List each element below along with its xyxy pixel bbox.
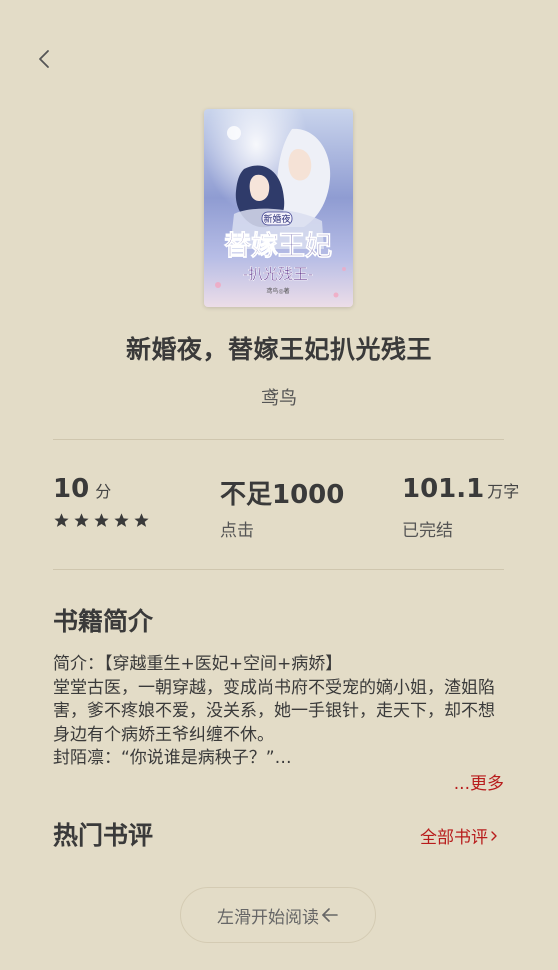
- book-cover[interactable]: 新婚夜 替嫁王妃 -扒光残王- 鸢鸟◎著: [204, 109, 353, 307]
- book-title: 新婚夜，替嫁王妃扒光残王: [125, 335, 432, 364]
- chevron-right-icon: [491, 830, 497, 841]
- divider-middle: [53, 569, 504, 570]
- intro-line: 简介：【穿越重生+医妃+空间+病娇】: [53, 654, 343, 674]
- intro-heading: 书籍简介: [53, 607, 154, 636]
- score-value: 10: [53, 474, 90, 504]
- cover-sub-text: -扒光残王-: [243, 265, 313, 283]
- intro-line: 堂堂古医，一朝穿越，变成尚书府不受宠的嫡小姐，渣姐陷害，爹不疼娘不爱，没关系，她…: [53, 677, 495, 745]
- intro-line: 封陌凛：“你说谁是病秧子？”…: [53, 748, 292, 768]
- star-icon: [94, 513, 109, 527]
- cover-top-text: 新婚夜: [263, 213, 290, 225]
- cover-author-text: 鸢鸟◎著: [266, 287, 289, 295]
- start-reading-label: 左滑开始阅读: [217, 907, 319, 928]
- arrow-left-icon: [322, 908, 338, 922]
- score-stat: 10 分: [53, 474, 111, 504]
- start-reading-button[interactable]: 左滑开始阅读: [180, 887, 376, 943]
- all-reviews-link[interactable]: 全部书评: [420, 823, 498, 848]
- words-stat: 101.1 万字: [402, 474, 519, 504]
- back-button[interactable]: [30, 44, 58, 74]
- clicks-label: 点击: [220, 521, 254, 541]
- star-icon: [134, 513, 149, 527]
- cover-main-text: 替嫁王妃: [224, 231, 332, 262]
- words-unit: 万字: [487, 482, 520, 501]
- book-author[interactable]: 鸢鸟: [0, 384, 558, 410]
- words-value: 101.1: [402, 474, 485, 504]
- intro-text: 简介：【穿越重生+医妃+空间+病娇】 堂堂古医，一朝穿越，变成尚书府不受宠的嫡小…: [53, 653, 505, 771]
- chevron-left-icon: [39, 50, 49, 68]
- rating-stars: [53, 512, 150, 529]
- star-icon: [74, 513, 89, 527]
- all-reviews-label: 全部书评: [420, 828, 488, 848]
- star-icon: [54, 513, 69, 527]
- score-unit: 分: [95, 482, 112, 501]
- clicks-value: 不足1000: [220, 480, 345, 510]
- divider-top: [53, 439, 504, 440]
- status-label: 已完结: [402, 521, 453, 541]
- more-link[interactable]: ...更多: [454, 769, 504, 794]
- reviews-heading: 热门书评: [53, 821, 154, 850]
- star-icon: [114, 513, 129, 527]
